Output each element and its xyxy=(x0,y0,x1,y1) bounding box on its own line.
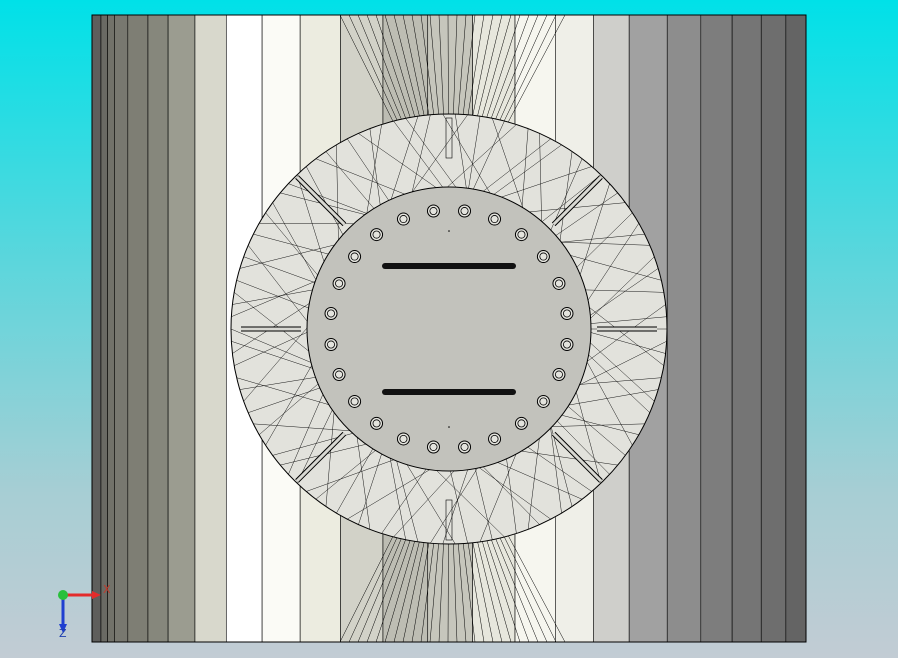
bolt-hole xyxy=(552,276,566,290)
bolt-hole xyxy=(536,394,550,408)
bolt-hole xyxy=(348,394,362,408)
bolt-hole xyxy=(488,212,502,226)
z-axis-label: Z xyxy=(59,627,67,640)
cylinder-stripe xyxy=(731,14,762,643)
cylinder-stripe xyxy=(700,14,733,643)
bolt-hole xyxy=(370,228,384,242)
bolt-hole xyxy=(458,440,472,454)
bolt-hole xyxy=(560,306,574,320)
cylinder-stripe xyxy=(760,14,787,643)
bolt-hole xyxy=(560,338,574,352)
bolt-hole xyxy=(324,338,338,352)
bolt-hole xyxy=(332,276,346,290)
cylinder-stripe xyxy=(194,14,227,643)
bolt-hole xyxy=(536,250,550,264)
cylinder-stripe xyxy=(785,14,807,643)
cylinder-stripe xyxy=(107,14,115,643)
bolt-hole xyxy=(324,306,338,320)
bolt-hole xyxy=(458,204,472,218)
cylinder-stripe xyxy=(127,14,149,643)
y-axis-dot xyxy=(58,590,68,600)
bolt-hole xyxy=(552,368,566,382)
cylinder-stripe xyxy=(91,14,102,643)
model-view[interactable]: X Z xyxy=(0,0,898,658)
x-axis-label: X xyxy=(103,583,111,596)
cylinder-stripe xyxy=(147,14,169,643)
bolt-hole xyxy=(332,368,346,382)
bolt-hole xyxy=(426,204,440,218)
hub-face xyxy=(306,186,592,472)
hub-center-mark xyxy=(448,230,450,232)
cylinder-stripe xyxy=(100,14,108,643)
bolt-hole xyxy=(348,250,362,264)
cylinder-stripe xyxy=(114,14,129,643)
hub-plate[interactable] xyxy=(306,186,592,472)
bolt-hole xyxy=(426,440,440,454)
bolt-hole xyxy=(370,416,384,430)
hub-center-mark xyxy=(448,426,450,428)
bolt-hole xyxy=(488,432,502,446)
bolt-hole xyxy=(514,416,528,430)
bolt-hole xyxy=(396,212,410,226)
graphics-viewport[interactable]: X Z xyxy=(0,0,898,658)
bolt-hole xyxy=(514,228,528,242)
cylinder-stripe xyxy=(666,14,702,643)
cylinder-stripe xyxy=(167,14,196,643)
bolt-hole xyxy=(396,432,410,446)
